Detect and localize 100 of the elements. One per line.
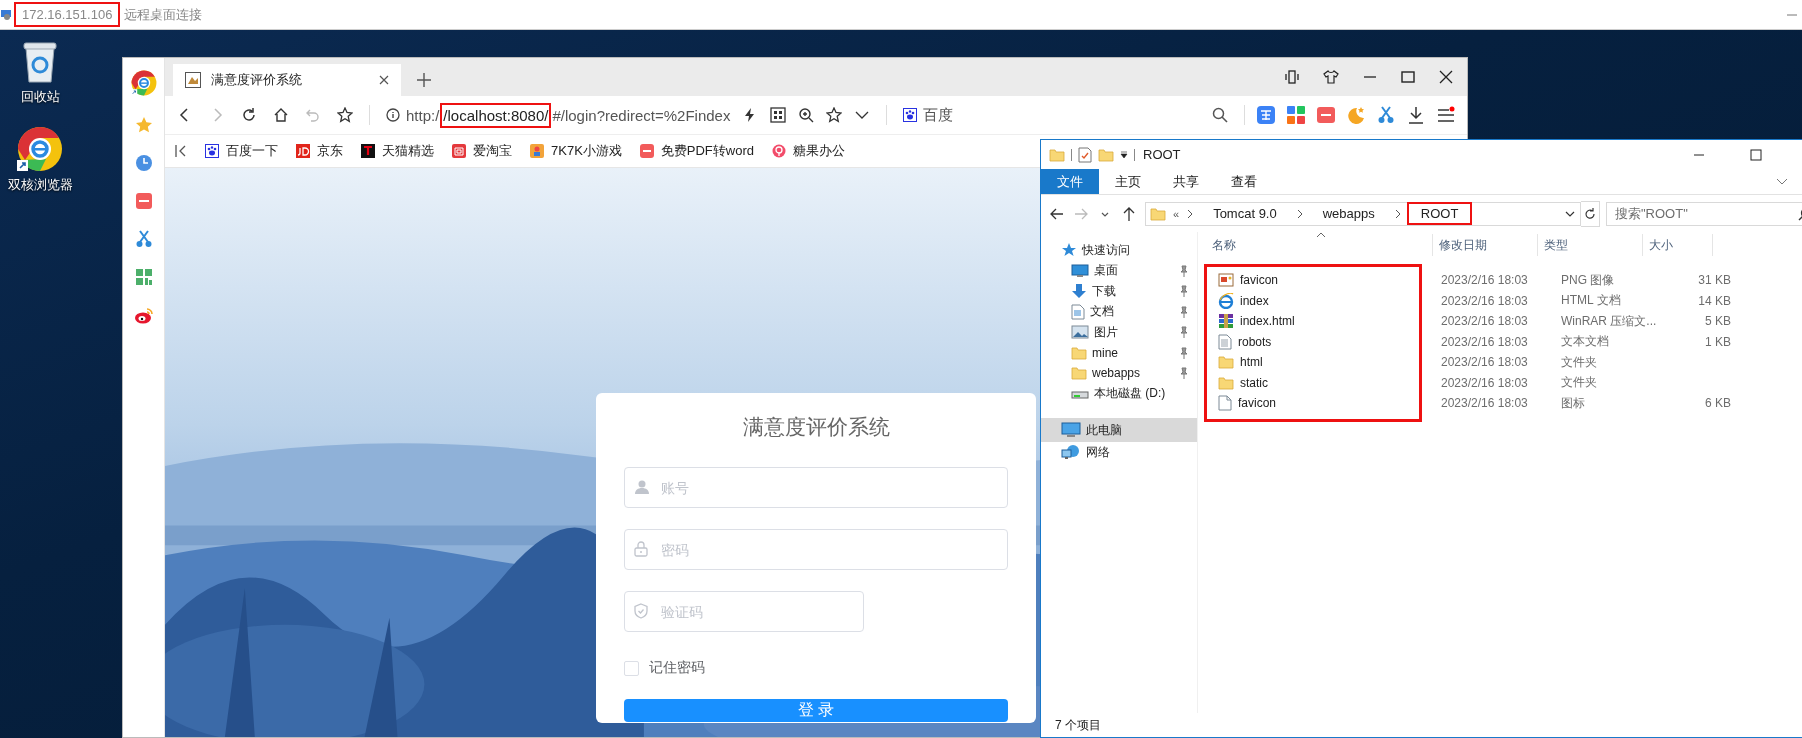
tmall-icon bbox=[361, 144, 375, 158]
bookmark[interactable]: 免费PDF转word bbox=[639, 142, 754, 160]
search-field[interactable]: 搜索"ROOT" bbox=[1606, 201, 1802, 226]
column-header[interactable]: 名称 bbox=[1198, 234, 1433, 256]
maximize-icon[interactable] bbox=[1750, 148, 1762, 161]
clock-icon[interactable] bbox=[134, 154, 153, 172]
nav-item[interactable]: webapps bbox=[1041, 363, 1197, 384]
scissors-icon[interactable] bbox=[134, 230, 153, 248]
folder-icon bbox=[1218, 374, 1234, 391]
host-address: 172.16.151.106 bbox=[16, 4, 119, 25]
table-cell-text: 2023/2/16 18:03 bbox=[1441, 334, 1529, 349]
ie-file-icon bbox=[1218, 292, 1234, 309]
download-icon[interactable] bbox=[1407, 106, 1425, 124]
translate-icon[interactable] bbox=[1257, 106, 1275, 124]
expand-ribbon-icon[interactable] bbox=[1776, 177, 1788, 186]
file-item[interactable]: favicon bbox=[1206, 270, 1420, 291]
table-cell-text: 1 KB bbox=[1704, 334, 1731, 349]
nav-item[interactable]: 网络 bbox=[1041, 442, 1197, 463]
bookmark[interactable]: 糖果办公 bbox=[772, 142, 845, 160]
bookmark[interactable]: 百度一下 bbox=[205, 142, 278, 160]
star-outline-icon[interactable] bbox=[337, 107, 353, 123]
close-icon[interactable] bbox=[379, 75, 389, 85]
nav-item[interactable]: 快速访问 bbox=[1041, 240, 1197, 261]
nav-item[interactable]: 此电脑 bbox=[1041, 418, 1197, 442]
computer-icon bbox=[1061, 422, 1081, 438]
search-engine-selector[interactable]: 百度 bbox=[903, 105, 954, 125]
menu-icon[interactable] bbox=[1437, 106, 1455, 124]
vibrate-icon[interactable] bbox=[1285, 70, 1299, 84]
file-item[interactable]: robots bbox=[1206, 331, 1420, 352]
address-bar[interactable]: « Tomcat 9.0 webapps ROOT bbox=[1145, 201, 1581, 226]
bookmark[interactable]: 7K7K小游戏 bbox=[530, 142, 622, 160]
browser-tab[interactable]: 满意度评价系统 bbox=[173, 64, 401, 96]
maximize-icon[interactable] bbox=[1401, 70, 1415, 84]
file-item[interactable]: index bbox=[1206, 290, 1420, 311]
nav-item[interactable]: 桌面 bbox=[1041, 260, 1197, 281]
pdf-icon[interactable] bbox=[1317, 106, 1335, 124]
sort-caret-icon[interactable] bbox=[1316, 232, 1326, 238]
file-item[interactable]: static bbox=[1206, 372, 1420, 393]
column-header[interactable]: 类型 bbox=[1538, 234, 1643, 256]
reload-icon[interactable] bbox=[241, 107, 257, 123]
table-cell-text: 6 KB bbox=[1704, 396, 1731, 411]
desktop-icon bbox=[1071, 263, 1089, 278]
ribbon-tab[interactable]: 查看 bbox=[1215, 169, 1273, 194]
desktop-icon-label[interactable]: 双核浏览器 bbox=[7, 176, 73, 194]
grid-icon[interactable] bbox=[134, 268, 153, 286]
properties-icon[interactable] bbox=[1078, 146, 1092, 163]
breadcrumb-item[interactable]: webapps bbox=[1310, 204, 1387, 223]
new-tab-icon[interactable] bbox=[417, 73, 431, 87]
qr-code-icon[interactable] bbox=[770, 107, 787, 123]
breadcrumb-item[interactable]: Tomcat 9.0 bbox=[1201, 204, 1289, 223]
column-header[interactable]: 修改日期 bbox=[1433, 234, 1538, 256]
nav-item[interactable]: 本地磁盘 (D:) bbox=[1041, 383, 1197, 404]
dropdown-icon[interactable] bbox=[1120, 150, 1128, 159]
zoom-icon[interactable] bbox=[798, 107, 815, 123]
home-icon[interactable] bbox=[273, 107, 289, 123]
nav-item[interactable]: mine bbox=[1041, 342, 1197, 363]
table-cell-text: 2023/2/16 18:03 bbox=[1441, 314, 1529, 329]
close-icon[interactable] bbox=[1439, 70, 1453, 84]
file-item[interactable]: favicon bbox=[1206, 393, 1420, 414]
remote-desktop-icon bbox=[0, 8, 12, 21]
file-item[interactable]: index.html bbox=[1206, 311, 1420, 332]
password-field[interactable]: 密码 bbox=[624, 529, 1008, 570]
pdf-icon[interactable] bbox=[134, 192, 153, 210]
nav-item[interactable]: 下载 bbox=[1041, 281, 1197, 302]
table-cell-text: 14 KB bbox=[1697, 293, 1731, 308]
weibo-icon[interactable] bbox=[133, 306, 154, 324]
captcha-field[interactable]: 验证码 bbox=[624, 591, 864, 632]
star-outline-icon[interactable] bbox=[826, 107, 843, 123]
shirt-icon[interactable] bbox=[1323, 70, 1339, 84]
breadcrumb-overflow[interactable]: « bbox=[1173, 207, 1180, 220]
breadcrumb-item[interactable]: ROOT bbox=[1408, 204, 1471, 223]
window-title: ROOT bbox=[1143, 147, 1181, 162]
star-icon[interactable] bbox=[134, 116, 153, 134]
up-arrow-icon[interactable] bbox=[1121, 205, 1137, 222]
collapse-icon[interactable] bbox=[175, 144, 187, 158]
chevron-right-icon[interactable] bbox=[1186, 208, 1195, 219]
nav-item[interactable]: 文档 bbox=[1041, 301, 1197, 322]
chevron-right-icon[interactable] bbox=[1295, 208, 1304, 219]
desktop-icon-label[interactable]: 回收站 bbox=[20, 88, 60, 106]
search-icon[interactable] bbox=[1212, 107, 1228, 123]
lock-icon bbox=[634, 541, 648, 557]
app-grid-icon[interactable] bbox=[1287, 106, 1305, 124]
bookmark[interactable]: 京东 bbox=[296, 142, 343, 160]
bookmark[interactable]: 天猫精选 bbox=[361, 142, 434, 160]
column-header[interactable]: 大小 bbox=[1643, 234, 1713, 256]
bookmark[interactable]: 爱淘宝 bbox=[452, 142, 512, 160]
refresh-icon[interactable] bbox=[1581, 200, 1600, 227]
browser-logo-icon[interactable] bbox=[17, 126, 63, 172]
table-cell-text: 文件夹 bbox=[1561, 353, 1598, 371]
file-item[interactable]: html bbox=[1206, 352, 1420, 373]
nav-item[interactable]: 图片 bbox=[1041, 322, 1197, 343]
scissors-icon[interactable] bbox=[1377, 106, 1395, 124]
folder-icon bbox=[1150, 205, 1166, 222]
checkbox[interactable] bbox=[624, 660, 639, 676]
checkbox-label[interactable]: 记住密码 bbox=[649, 659, 705, 677]
ribbon-tab[interactable]: 文件 bbox=[1041, 169, 1099, 194]
chevron-right-icon[interactable] bbox=[1393, 208, 1402, 219]
username-field[interactable]: 账号 bbox=[624, 467, 1008, 508]
ribbon-tab[interactable]: 主页 bbox=[1099, 169, 1157, 194]
ribbon-tab[interactable]: 共享 bbox=[1157, 169, 1215, 194]
